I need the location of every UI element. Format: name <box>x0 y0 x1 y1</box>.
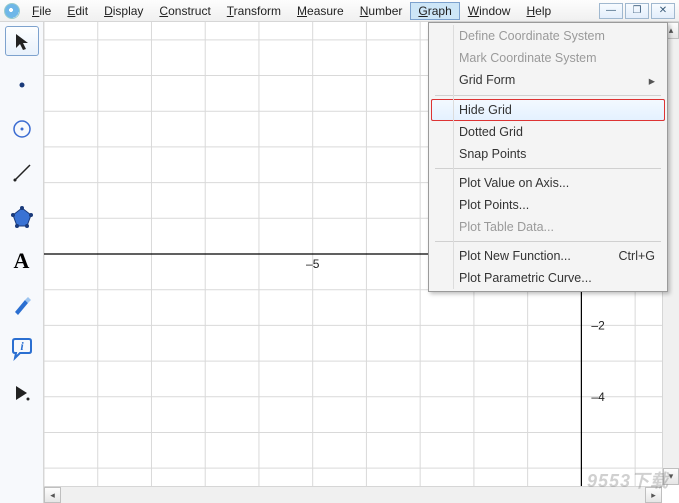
menu-gutter <box>453 25 454 289</box>
tool-line[interactable] <box>5 158 39 188</box>
tool-arrow[interactable] <box>5 26 39 56</box>
menu-transform[interactable]: Transform <box>219 2 289 20</box>
menu-item-plot-parametric-curve[interactable]: Plot Parametric Curve... <box>431 267 665 289</box>
y-tick-label: –2 <box>591 318 605 332</box>
menu-display[interactable]: Display <box>96 2 151 20</box>
tool-info[interactable]: i <box>5 334 39 364</box>
menu-separator <box>435 95 661 96</box>
menu-item-plot-table-data: Plot Table Data... <box>431 216 665 238</box>
menu-construct[interactable]: Construct <box>151 2 218 20</box>
x-tick-label: –5 <box>306 257 320 271</box>
menu-help[interactable]: Help <box>518 2 559 20</box>
tool-marker[interactable] <box>5 290 39 320</box>
menu-file[interactable]: File <box>24 2 59 20</box>
watermark: 9553下载 <box>587 467 669 493</box>
menu-item-grid-form[interactable]: Grid Form▸ <box>431 69 665 92</box>
y-tick-label: –4 <box>591 390 605 404</box>
restore-button[interactable]: ❐ <box>625 3 649 19</box>
menu-item-plot-value-on-axis[interactable]: Plot Value on Axis... <box>431 172 665 194</box>
tool-text[interactable]: A <box>5 246 39 276</box>
tool-custom[interactable] <box>5 378 39 408</box>
window-controls: — ❐ ✕ <box>599 3 675 19</box>
close-button[interactable]: ✕ <box>651 3 675 19</box>
menu-item-hide-grid[interactable]: Hide Grid <box>431 99 665 121</box>
scroll-left-button[interactable]: ◂ <box>44 487 61 503</box>
menubar: FileEditDisplayConstructTransformMeasure… <box>0 0 679 22</box>
horizontal-scrollbar[interactable]: ◂ ▸ <box>44 486 662 503</box>
svg-text:i: i <box>20 339 24 353</box>
menu-item-plot-new-function[interactable]: Plot New Function...Ctrl+G <box>431 245 665 267</box>
menu-item-snap-points[interactable]: Snap Points <box>431 143 665 165</box>
graph-menu-dropdown: Define Coordinate SystemMark Coordinate … <box>428 22 668 292</box>
menu-window[interactable]: Window <box>460 2 519 20</box>
menu-separator <box>435 168 661 169</box>
menu-item-dotted-grid[interactable]: Dotted Grid <box>431 121 665 143</box>
tool-polygon[interactable] <box>5 202 39 232</box>
menu-item-plot-points[interactable]: Plot Points... <box>431 194 665 216</box>
tool-palette: A i <box>0 22 44 503</box>
minimize-button[interactable]: — <box>599 3 623 19</box>
menu-number[interactable]: Number <box>352 2 411 20</box>
menu-item-mark-coordinate-system: Mark Coordinate System <box>431 47 665 69</box>
menu-item-define-coordinate-system: Define Coordinate System <box>431 25 665 47</box>
tool-point[interactable] <box>5 70 39 100</box>
tool-circle[interactable] <box>5 114 39 144</box>
app-icon <box>4 3 20 19</box>
menu-measure[interactable]: Measure <box>289 2 352 20</box>
menu-graph[interactable]: Graph <box>410 2 459 20</box>
menu-edit[interactable]: Edit <box>59 2 96 20</box>
menu-separator <box>435 241 661 242</box>
